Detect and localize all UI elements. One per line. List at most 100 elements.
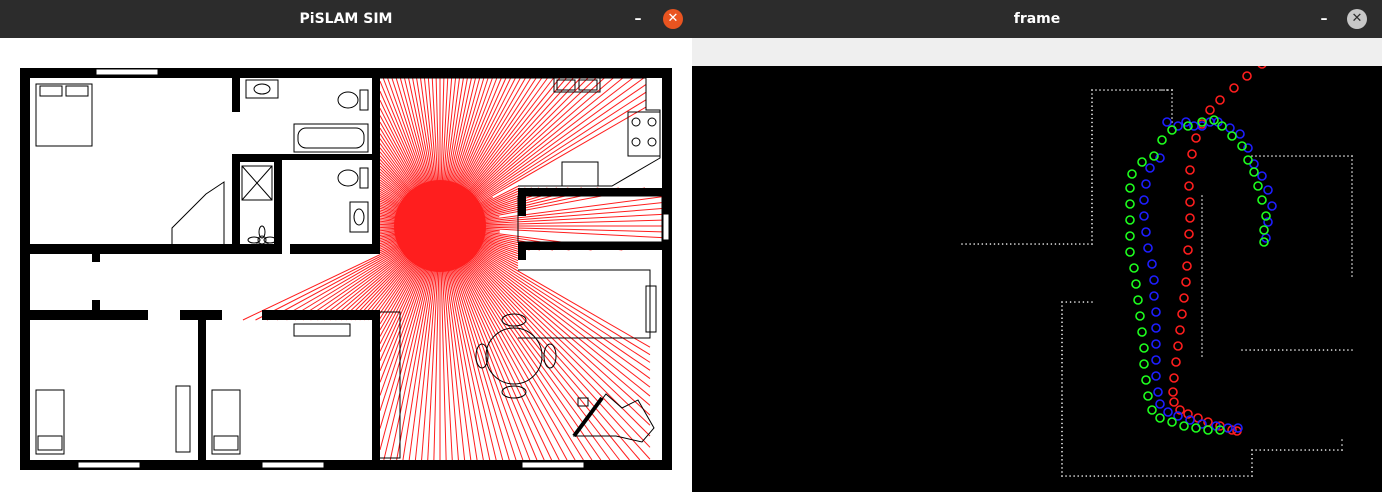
scan-point [1351, 215, 1353, 217]
scan-point [1091, 141, 1093, 144]
scan-point [1147, 89, 1149, 91]
scan-point [1061, 442, 1063, 445]
scan-point [1201, 231, 1203, 233]
scan-point [1061, 446, 1063, 449]
scan-point [1296, 449, 1298, 451]
scan-point [1091, 226, 1093, 229]
sim-close-button[interactable]: ✕ [663, 9, 683, 29]
scan-point [1328, 449, 1331, 451]
scan-point [1292, 449, 1294, 451]
scan-point [1061, 418, 1063, 421]
scan-point [1201, 195, 1203, 197]
scan-point [1113, 475, 1116, 477]
scan-point [1121, 475, 1124, 477]
sim-minimize-button[interactable]: – [628, 9, 648, 29]
scan-point [1351, 231, 1353, 233]
scan-point [1091, 231, 1093, 233]
scan-point [1326, 349, 1329, 351]
scan-point [1351, 203, 1353, 205]
scan-point [1115, 89, 1117, 91]
scan-point [1139, 89, 1141, 91]
scan-point [1201, 347, 1203, 349]
scan-point [1074, 243, 1077, 245]
scan-point [1255, 449, 1257, 451]
scan-point [1351, 219, 1353, 221]
scan-point [1201, 339, 1203, 341]
scan-point [1009, 243, 1012, 245]
scan-point [1339, 155, 1341, 157]
scan-point [1201, 303, 1203, 305]
scan-point [1247, 475, 1249, 477]
scan-point [1078, 301, 1080, 303]
scan-point [997, 243, 1000, 245]
scan-point [1279, 155, 1281, 157]
scan-point [1091, 186, 1093, 189]
scan-point [1263, 155, 1265, 157]
frame-window: frame – ✕ [692, 0, 1382, 492]
scan-point [1171, 101, 1173, 103]
scan-point [1351, 263, 1353, 265]
scan-point [1251, 457, 1253, 460]
scan-point [1201, 263, 1203, 265]
scan-point [1265, 349, 1268, 351]
scan-point [1111, 89, 1113, 91]
scan-point [1166, 89, 1168, 91]
scan-point [981, 243, 984, 245]
scan-point [1171, 109, 1173, 111]
scan-point [1091, 239, 1093, 241]
scan-point [1201, 331, 1203, 333]
scan-point [1318, 349, 1321, 351]
scan-point [1303, 155, 1305, 157]
scan-point [1324, 449, 1327, 451]
frame-close-button[interactable]: ✕ [1347, 9, 1367, 29]
scan-point [1101, 475, 1104, 477]
scan-point [1351, 275, 1353, 277]
scan-point [1166, 475, 1168, 477]
scan-point [1351, 243, 1353, 245]
scan-point [1082, 301, 1085, 303]
scan-point [1201, 255, 1203, 257]
scan-point [1288, 449, 1290, 451]
scan-point [1005, 243, 1008, 245]
scan-point [1061, 394, 1063, 396]
scan-point [1267, 449, 1270, 451]
scan-point [1127, 89, 1129, 91]
scan-point [1061, 317, 1063, 319]
scan-point [1091, 105, 1093, 108]
scan-point [1351, 349, 1353, 351]
scan-point [1298, 349, 1300, 351]
scan-point [1277, 349, 1280, 351]
scan-point [1257, 349, 1260, 351]
scan-point [1335, 155, 1337, 157]
scan-point [1061, 341, 1063, 344]
sim-titlebar[interactable]: PiSLAM SIM – ✕ [0, 0, 692, 38]
scan-point [1061, 398, 1063, 400]
frame-minimize-button[interactable]: – [1314, 9, 1334, 29]
scan-point [1061, 463, 1063, 465]
scan-point [1091, 206, 1093, 209]
scan-point [1061, 337, 1063, 340]
scan-point [1091, 190, 1093, 193]
scan-point [1091, 178, 1093, 180]
scan-point [1171, 105, 1173, 107]
frame-titlebar[interactable]: frame – ✕ [692, 0, 1382, 38]
scan-point [1109, 475, 1112, 477]
scan-point [1351, 255, 1353, 257]
scan-point [1351, 211, 1353, 213]
scan-point [1087, 243, 1089, 245]
scan-point [1105, 475, 1108, 477]
scan-point [1151, 89, 1153, 91]
scan-point [1038, 243, 1040, 245]
scan-point [961, 243, 963, 245]
scan-point [1306, 349, 1308, 351]
scan-point [1333, 449, 1335, 451]
scan-point [1194, 475, 1197, 477]
scan-point [1119, 89, 1121, 91]
scan-point [1158, 475, 1160, 477]
scan-point [1091, 121, 1093, 124]
scan-point [1275, 155, 1277, 157]
scan-point [1103, 89, 1105, 91]
scan-point [1300, 449, 1302, 451]
scan-point [1201, 299, 1203, 301]
scan-point [1091, 93, 1093, 95]
